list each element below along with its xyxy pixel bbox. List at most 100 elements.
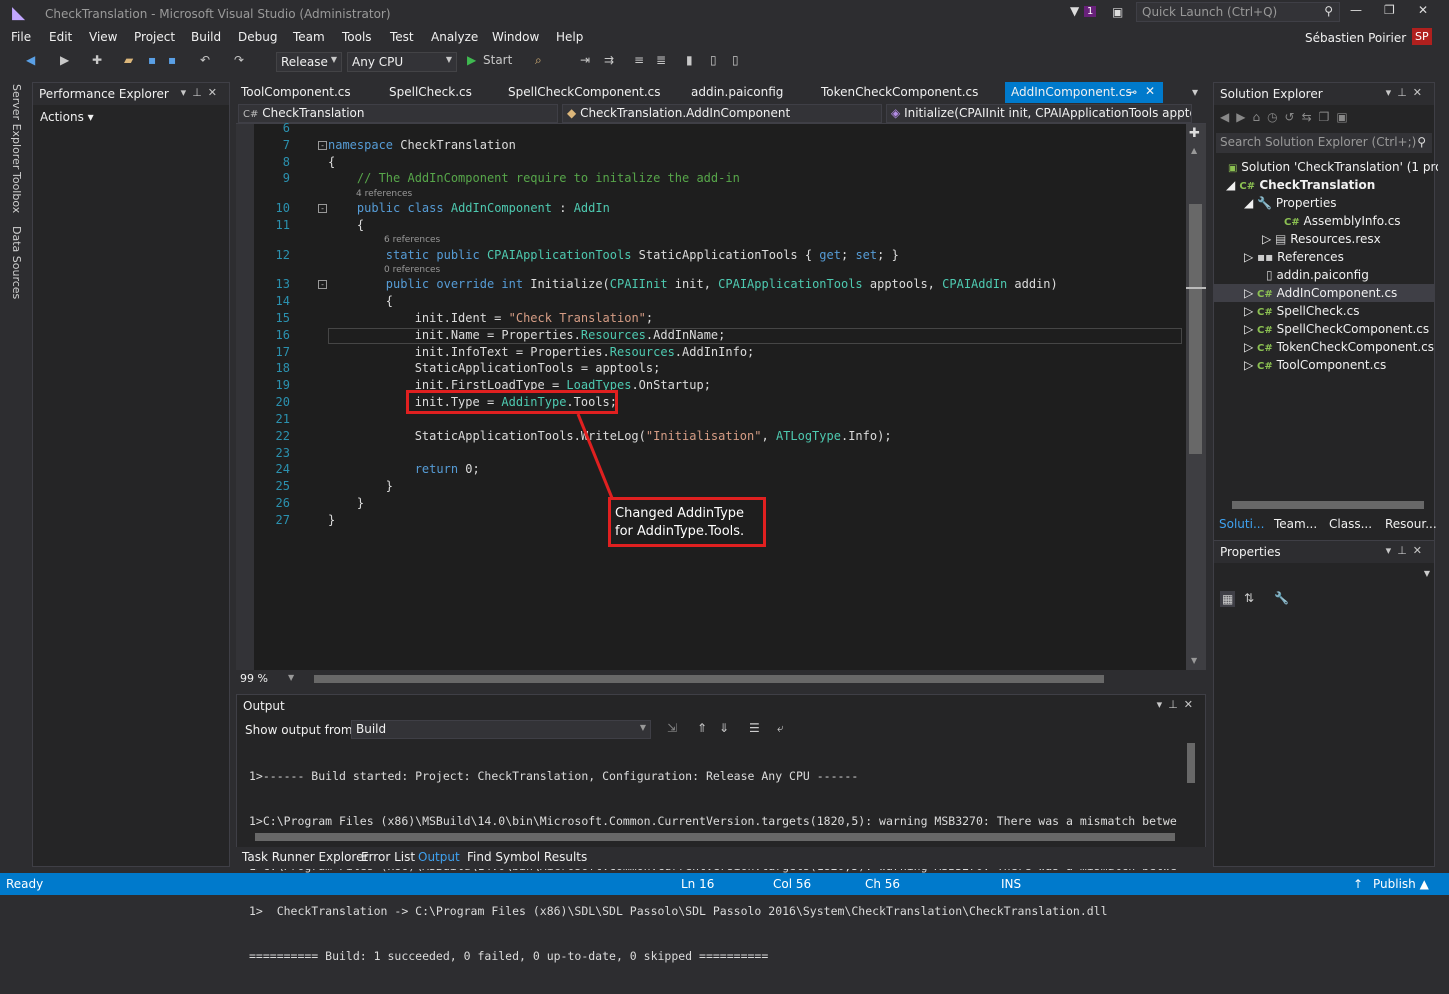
start-icon[interactable]: ▶ — [467, 53, 476, 67]
zoom-level[interactable]: 99 % — [240, 672, 268, 685]
undo-icon[interactable]: ↶ — [200, 53, 210, 67]
tab-resource-view[interactable]: Resour... — [1385, 517, 1437, 531]
tree-assemblyinfo[interactable]: C# AssemblyInfo.cs — [1284, 214, 1401, 228]
minimize-button[interactable]: — — [1350, 3, 1362, 17]
forward-icon[interactable]: ▶ — [60, 53, 69, 67]
menu-analyze[interactable]: Analyze — [431, 30, 478, 44]
find-symbol-results-tab[interactable]: Find Symbol Results — [467, 850, 587, 864]
tab-addin-paiconfig[interactable]: addin.paiconfig — [691, 85, 783, 99]
codelens-references[interactable]: 6 references — [384, 235, 440, 245]
toolbox-tab[interactable]: Toolbox — [10, 172, 23, 213]
new-project-icon[interactable]: ✚ — [92, 53, 102, 67]
task-runner-tab[interactable]: Task Runner Explorer — [242, 850, 368, 864]
zoom-dropdown-icon[interactable]: ▼ — [288, 673, 294, 682]
tab-tokencheckcomponent[interactable]: TokenCheckComponent.cs — [821, 85, 978, 99]
menu-tools[interactable]: Tools — [342, 30, 372, 44]
tree-properties[interactable]: ◢ 🔧 Properties — [1244, 196, 1336, 210]
clear-all-icon[interactable]: ☰ — [749, 721, 760, 735]
save-icon[interactable]: ▪ — [148, 53, 156, 67]
menu-team[interactable]: Team — [293, 30, 325, 44]
tree-file-addincomponent[interactable]: ▷ C# AddInComponent.cs — [1214, 284, 1434, 302]
menu-view[interactable]: View — [89, 30, 117, 44]
scroll-down-icon[interactable]: ▼ — [1191, 656, 1197, 665]
tab-spellcheckcomponent[interactable]: SpellCheckComponent.cs — [508, 85, 661, 99]
data-sources-tab[interactable]: Data Sources — [10, 226, 23, 299]
menu-debug[interactable]: Debug — [238, 30, 277, 44]
output-window-buttons[interactable]: ▾⊥✕ — [1157, 698, 1199, 711]
fold-toggle[interactable]: - — [318, 204, 327, 213]
tab-solution-explorer[interactable]: Soluti... — [1219, 517, 1264, 531]
error-list-tab[interactable]: Error List — [361, 850, 415, 864]
solution-toolbar[interactable]: ◀▶⌂◷↺⇆❐▣ — [1220, 110, 1355, 124]
fold-toggle[interactable]: - — [318, 280, 327, 289]
step-icon[interactable]: ⇥ — [580, 53, 590, 67]
tab-team-explorer[interactable]: Team... — [1274, 517, 1317, 531]
class-nav-select[interactable]: ◆ CheckTranslation.AddInComponent — [562, 104, 882, 123]
scroll-up-icon[interactable]: ▲ — [1191, 146, 1197, 155]
codelens-references[interactable]: 0 references — [384, 265, 440, 275]
find-icon[interactable]: ⌕ — [535, 53, 542, 68]
menu-window[interactable]: Window — [492, 30, 539, 44]
quick-launch-input[interactable]: Quick Launch (Ctrl+Q) ⚲ — [1136, 2, 1340, 22]
menu-test[interactable]: Test — [390, 30, 414, 44]
output-source-select[interactable]: Build ▼ — [351, 720, 651, 739]
close-tab-icon[interactable]: ✕ — [1145, 84, 1155, 98]
comment-icon[interactable]: ≡ — [634, 53, 644, 67]
solution-search-input[interactable]: Search Solution Explorer (Ctrl+;) ⚲ — [1216, 133, 1432, 153]
configuration-select[interactable]: Release ▼ — [276, 52, 342, 72]
tree-file-spellcheckcomponent[interactable]: ▷ C# SpellCheckComponent.cs — [1244, 322, 1429, 336]
menu-help[interactable]: Help — [556, 30, 583, 44]
menu-file[interactable]: File — [11, 30, 31, 44]
publish-button[interactable]: Publish ▲ — [1373, 877, 1429, 891]
word-wrap-icon[interactable]: ⤶ — [777, 721, 784, 736]
codelens-references[interactable]: 4 references — [356, 189, 412, 199]
tree-solution-root[interactable]: ▣ Solution 'CheckTranslation' (1 proje — [1228, 160, 1449, 174]
tree-references[interactable]: ▷ ▪▪ References — [1244, 250, 1344, 264]
output-hscroll-thumb[interactable] — [255, 833, 1175, 841]
publish-icon[interactable]: ↑ — [1353, 877, 1363, 891]
restore-button[interactable]: ❐ — [1384, 3, 1395, 17]
solution-hscroll-thumb[interactable] — [1232, 501, 1424, 509]
close-button[interactable]: ✕ — [1418, 3, 1428, 17]
property-pages-icon[interactable]: 🔧 — [1274, 591, 1289, 605]
uncomment-icon[interactable]: ≣ — [656, 53, 666, 67]
code-editor[interactable]: 6 7- namespace CheckTranslation 8{ 9 // T… — [236, 121, 1206, 670]
back-icon[interactable]: ◀ — [26, 53, 35, 67]
output-tab[interactable]: Output — [418, 850, 460, 864]
menu-build[interactable]: Build — [191, 30, 221, 44]
start-button[interactable]: Start — [483, 53, 512, 67]
fold-toggle[interactable]: - — [318, 141, 327, 150]
save-all-icon[interactable]: ▪ — [168, 53, 176, 67]
tree-file-spellcheck[interactable]: ▷ C# SpellCheck.cs — [1244, 304, 1359, 318]
categorized-icon[interactable]: ▦ — [1220, 591, 1236, 607]
tree-project[interactable]: ◢ C# CheckTranslation — [1226, 178, 1375, 192]
panel-window-buttons[interactable]: ▾⊥✕ — [181, 86, 223, 99]
user-avatar[interactable]: SP — [1412, 28, 1432, 45]
platform-select[interactable]: Any CPU ▼ — [347, 52, 457, 72]
editor-vertical-scrollbar[interactable]: ✚ ▲ ▼ — [1186, 124, 1206, 670]
panel-window-buttons[interactable]: ▾⊥✕ — [1386, 86, 1428, 99]
next-bookmark-icon[interactable]: ▯ — [732, 53, 739, 67]
tab-toolcomponent[interactable]: ToolComponent.cs — [241, 85, 351, 99]
menu-project[interactable]: Project — [134, 30, 175, 44]
tree-file-tokencheckcomponent[interactable]: ▷ C# TokenCheckComponent.cs — [1244, 340, 1434, 354]
tab-overflow-icon[interactable]: ▾ — [1192, 85, 1198, 99]
redo-icon[interactable]: ↷ — [234, 53, 244, 67]
horizontal-scroll-thumb[interactable] — [314, 675, 1104, 683]
filter-icon[interactable]: ▼ — [1070, 4, 1079, 18]
open-file-icon[interactable]: ▰ — [124, 53, 133, 67]
user-name[interactable]: Sébastien Poirier — [1305, 31, 1406, 45]
object-select-dropdown-icon[interactable]: ▼ — [1424, 569, 1430, 578]
tab-addincomponent[interactable]: AddInComponent.cs ⊸ ✕ — [1005, 82, 1163, 103]
member-nav-select[interactable]: ◈ Initialize(CPAIInit init, CPAIApplicat… — [886, 104, 1192, 123]
scroll-thumb[interactable] — [1189, 204, 1202, 454]
goto-location-icon[interactable]: ⇲ — [667, 721, 677, 735]
feedback-icon[interactable]: ▣ — [1112, 5, 1123, 19]
prev-message-icon[interactable]: ⇑ — [697, 721, 707, 735]
step-over-icon[interactable]: ⇉ — [604, 53, 614, 67]
pin-icon[interactable]: ⊸ — [1127, 85, 1137, 99]
notification-badge[interactable]: 1 — [1084, 6, 1097, 17]
tab-class-view[interactable]: Class... — [1329, 517, 1372, 531]
menu-edit[interactable]: Edit — [49, 30, 72, 44]
bookmark-icon[interactable]: ▮ — [686, 53, 693, 67]
